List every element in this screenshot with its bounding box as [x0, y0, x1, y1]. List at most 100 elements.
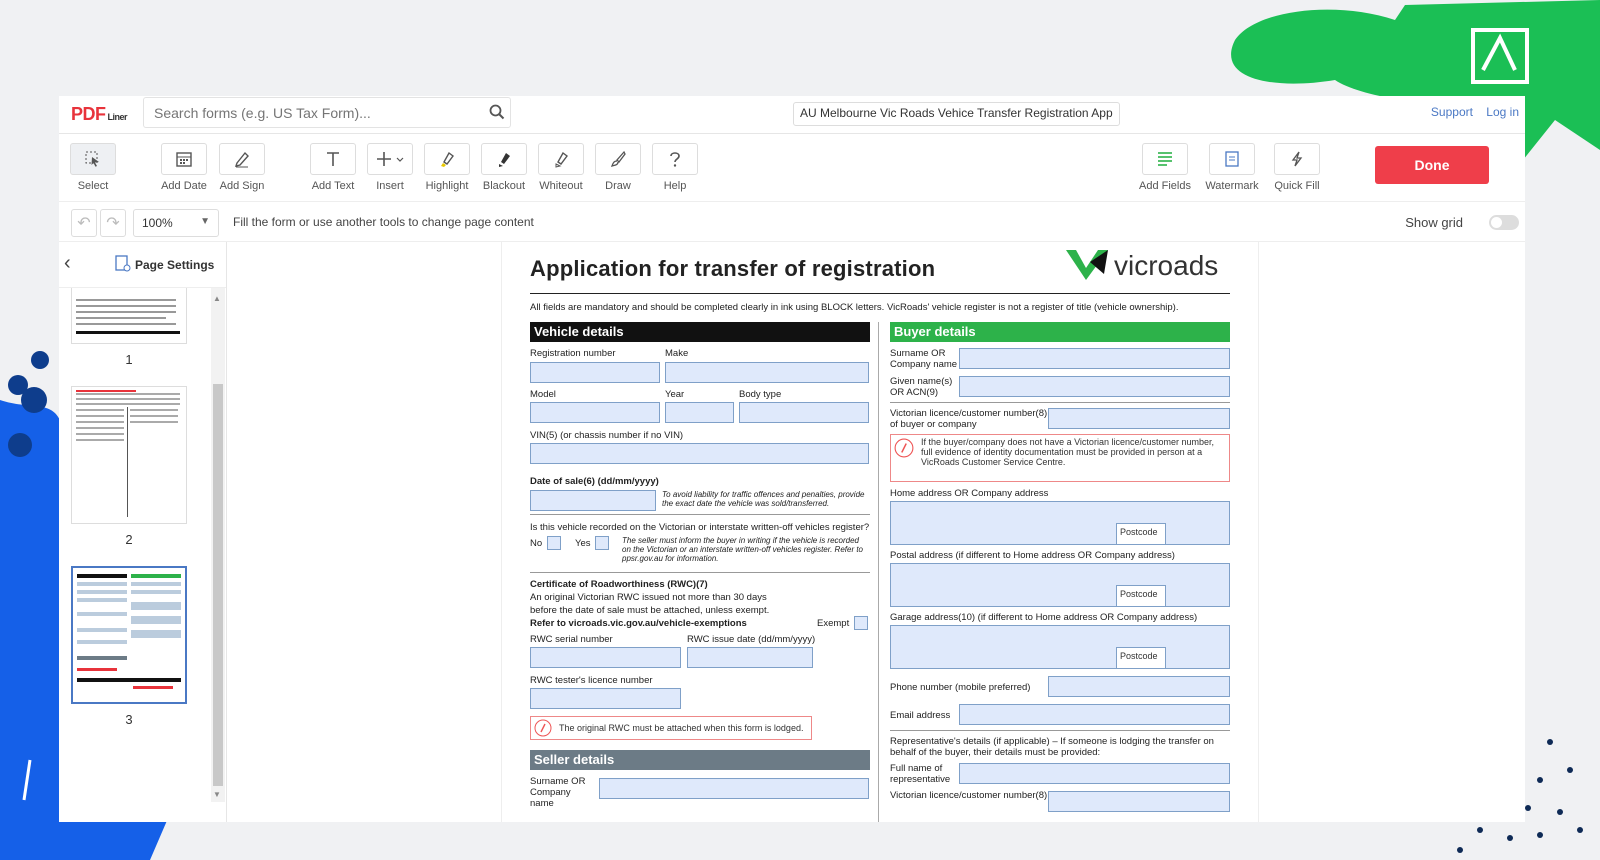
- tool-select[interactable]: Select: [64, 143, 122, 192]
- document-page: Application for transfer of registration…: [501, 242, 1259, 822]
- tool-draw[interactable]: Draw: [589, 143, 647, 192]
- garage-postcode-label: Postcode: [1116, 647, 1166, 669]
- done-button[interactable]: Done: [1375, 146, 1489, 184]
- buyer-given-field[interactable]: [959, 376, 1230, 397]
- zoom-select[interactable]: 100% ▼: [133, 209, 219, 237]
- representative-intro: Representative's details (if applicable)…: [890, 736, 1214, 758]
- make-field[interactable]: [665, 362, 869, 383]
- rwc-tester-label: RWC tester's licence number: [530, 675, 653, 686]
- section-rule: [890, 402, 1230, 403]
- tool-whiteout[interactable]: Whiteout: [532, 143, 590, 192]
- rwc-title: Certificate of Roadworthiness (RWC)(7): [530, 579, 708, 590]
- select-icon: [85, 151, 99, 167]
- no-label: No: [530, 538, 543, 549]
- buyer-licence-label: Victorian licence/customer number(8) of …: [890, 408, 1048, 430]
- undo-button[interactable]: ↶: [71, 209, 97, 237]
- tool-quick-fill[interactable]: Quick Fill: [1268, 143, 1326, 192]
- buyer-licence-note: If the buyer/company does not have a Vic…: [890, 434, 1230, 482]
- calendar-icon: [176, 152, 192, 167]
- tool-insert[interactable]: Insert: [361, 143, 419, 192]
- tool-add-text[interactable]: Add Text: [304, 143, 362, 192]
- rwc-note: The original RWC must be attached when t…: [530, 716, 812, 740]
- written-off-yes-checkbox[interactable]: [595, 536, 609, 550]
- search-icon[interactable]: [489, 104, 505, 120]
- year-field[interactable]: [665, 402, 734, 423]
- hint-text: Fill the form or use another tools to ch…: [233, 215, 534, 229]
- vehicle-details-heading: Vehicle details: [530, 322, 870, 342]
- garage-address-field[interactable]: [890, 625, 1230, 669]
- email-field[interactable]: [959, 704, 1230, 725]
- tool-help[interactable]: Help: [646, 143, 704, 192]
- section-rule: [890, 730, 1230, 731]
- postal-address-field[interactable]: [890, 563, 1230, 607]
- reg-label: Registration number: [530, 348, 616, 359]
- phone-field[interactable]: [1048, 676, 1230, 697]
- chevron-left-icon[interactable]: ‹: [64, 252, 71, 275]
- scrollbar-thumb[interactable]: [213, 384, 223, 786]
- seller-surname-label: Surname OR Company name: [530, 776, 586, 809]
- sidebar-scrollbar[interactable]: ▲ ▼: [211, 288, 225, 802]
- written-off-no-checkbox[interactable]: [547, 536, 561, 550]
- tool-blackout[interactable]: Blackout: [475, 143, 533, 192]
- highlighter-icon: [441, 151, 454, 167]
- model-label: Model: [530, 389, 556, 400]
- sidebar-header: ‹ Page Settings: [59, 242, 226, 288]
- tool-watermark[interactable]: Watermark: [1203, 143, 1261, 192]
- page-thumbnail-1[interactable]: [71, 288, 187, 344]
- top-bar: PDFLiner AU Melbourne Vic Roads Vehice T…: [59, 96, 1525, 134]
- exempt-checkbox[interactable]: [854, 616, 868, 630]
- page-preview: [76, 390, 180, 517]
- body-type-field[interactable]: [739, 402, 869, 423]
- seller-surname-field[interactable]: [599, 778, 869, 799]
- buyer-surname-label: Surname OR Company name: [890, 348, 958, 370]
- registration-number-field[interactable]: [530, 362, 660, 383]
- rep-name-field[interactable]: [959, 763, 1230, 784]
- postal-postcode-label: Postcode: [1116, 585, 1166, 607]
- vin-field[interactable]: [530, 443, 869, 464]
- yes-label: Yes: [575, 538, 591, 549]
- tool-add-fields[interactable]: Add Fields: [1136, 143, 1194, 192]
- brush-icon: [610, 150, 626, 168]
- rwc-issue-date-field[interactable]: [687, 647, 813, 668]
- vin-label: VIN(5) (or chassis number if no VIN): [530, 430, 684, 441]
- fields-icon: [1158, 152, 1172, 166]
- page-settings-icon: [115, 255, 131, 272]
- column-divider: [878, 322, 879, 822]
- support-link[interactable]: Support: [1431, 105, 1473, 119]
- buyer-surname-field[interactable]: [959, 348, 1230, 369]
- page-settings-button[interactable]: Page Settings: [135, 258, 214, 272]
- page-thumbnail-3[interactable]: [71, 566, 187, 704]
- form-title: Application for transfer of registration: [530, 256, 936, 281]
- toolbar: Select Add Date Add Sign Add Text Insert…: [59, 134, 1525, 202]
- exempt-label: Exempt: [817, 618, 850, 629]
- intro-text: All fields are mandatory and should be c…: [530, 302, 1179, 313]
- page-number-1: 1: [125, 352, 133, 367]
- redo-button[interactable]: ↷: [100, 209, 126, 237]
- title-rule: [530, 293, 1230, 294]
- buyer-given-label: Given name(s) OR ACN(9): [890, 376, 953, 398]
- home-address-label: Home address OR Company address: [890, 488, 1049, 499]
- buyer-licence-field[interactable]: [1048, 408, 1230, 429]
- home-address-field[interactable]: [890, 501, 1230, 545]
- show-grid-toggle[interactable]: [1489, 215, 1519, 230]
- login-link[interactable]: Log in: [1486, 105, 1519, 119]
- undo-icon: ↶: [77, 215, 91, 232]
- tool-add-date[interactable]: Add Date: [155, 143, 213, 192]
- tool-add-sign[interactable]: Add Sign: [213, 143, 271, 192]
- scroll-up-icon[interactable]: ▲: [213, 294, 221, 303]
- model-field[interactable]: [530, 402, 660, 423]
- search-input[interactable]: [143, 97, 511, 128]
- scroll-down-icon[interactable]: ▼: [213, 790, 221, 799]
- watermark-icon: [1225, 151, 1239, 167]
- rep-licence-field[interactable]: [1048, 791, 1230, 812]
- date-of-sale-field[interactable]: [530, 490, 656, 511]
- pdfliner-logo[interactable]: PDF Liner: [71, 104, 128, 125]
- make-label: Make: [665, 348, 689, 359]
- page-thumbnail-2[interactable]: [71, 386, 187, 524]
- rwc-serial-field[interactable]: [530, 647, 681, 668]
- rwc-tester-field[interactable]: [530, 688, 681, 709]
- rwc-serial-label: RWC serial number: [530, 634, 613, 645]
- date-of-sale-label: Date of sale(6) (dd/mm/yyyy): [530, 476, 659, 487]
- tool-highlight[interactable]: Highlight: [418, 143, 476, 192]
- show-grid-label: Show grid: [1405, 215, 1463, 230]
